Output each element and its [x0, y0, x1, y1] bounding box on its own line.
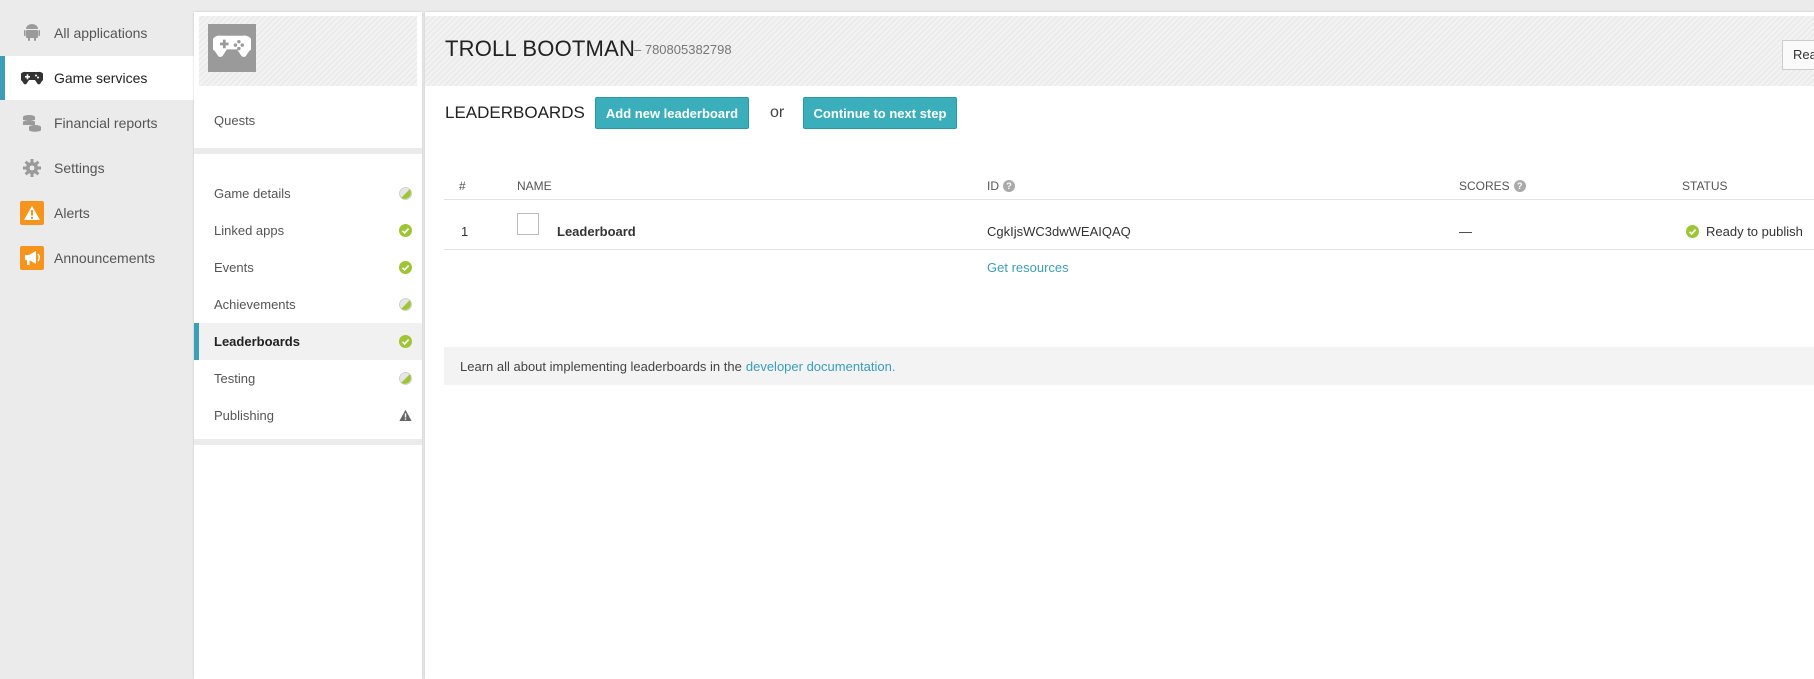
column-header-status: STATUS — [1682, 179, 1728, 193]
developer-documentation-link[interactable]: developer documentation. — [746, 359, 896, 374]
add-leaderboard-button[interactable]: Add new leaderboard — [595, 97, 749, 129]
check-circle-icon — [399, 224, 412, 237]
column-header-scores: SCORES? — [1459, 179, 1526, 193]
warning-icon — [20, 201, 44, 225]
sub-item-testing[interactable]: Testing — [194, 360, 422, 397]
nav-item-announcements[interactable]: Announcements — [0, 236, 194, 280]
gamepad-icon — [211, 34, 253, 63]
help-icon[interactable]: ? — [1003, 180, 1015, 192]
main-content: TROLL BOOTMAN – 780805382798 Rea LEADERB… — [425, 12, 1814, 679]
row-status: Ready to publish — [1686, 224, 1803, 239]
sub-item-label: Achievements — [214, 297, 296, 312]
game-avatar[interactable] — [208, 24, 256, 72]
sub-item-linked-apps[interactable]: Linked apps — [194, 212, 422, 249]
check-circle-icon — [1686, 225, 1699, 238]
app-title: TROLL BOOTMAN — [445, 36, 636, 61]
nav-item-label: Alerts — [54, 205, 90, 221]
check-circle-icon — [399, 335, 412, 348]
or-text: or — [770, 104, 785, 121]
info-text: Learn all about implementing leaderboard… — [460, 358, 742, 374]
sub-item-label: Testing — [214, 371, 256, 386]
megaphone-icon — [20, 246, 44, 270]
nav-item-label: Financial reports — [54, 115, 158, 131]
check-circle-icon — [399, 261, 412, 274]
section-title: LEADERBOARDS — [445, 103, 585, 122]
nav-item-label: Settings — [54, 160, 105, 176]
divider — [444, 249, 1814, 250]
nav-item-settings[interactable]: Settings — [0, 146, 194, 190]
nav-item-game-services[interactable]: Game services — [0, 56, 194, 100]
help-icon[interactable]: ? — [1513, 180, 1526, 192]
gamepad-icon — [20, 66, 44, 90]
warning-icon — [399, 409, 412, 421]
partial-status-icon — [399, 298, 412, 311]
row-id: CgkIjsWC3dwWEAIQAQ — [987, 224, 1131, 239]
column-header-num: # — [459, 179, 466, 193]
sub-item-achievements[interactable]: Achievements — [194, 286, 422, 323]
coins-icon — [20, 111, 44, 135]
game-services-sidebar: Quests Game details Linked apps Events A… — [194, 12, 422, 679]
sub-item-label: Quests — [214, 113, 256, 128]
sub-item-events[interactable]: Events — [194, 249, 422, 286]
game-setup-card: Game details Linked apps Events Achievem… — [194, 154, 422, 439]
info-bar: Learn all about implementing leaderboard… — [444, 347, 1814, 385]
sub-item-label: Leaderboards — [214, 334, 300, 349]
game-header — [199, 16, 417, 86]
corner-button[interactable]: Rea — [1782, 40, 1814, 70]
app-header: TROLL BOOTMAN – 780805382798 Rea — [425, 16, 1814, 86]
nav-item-label: Game services — [54, 70, 148, 86]
sub-item-quests[interactable]: Quests — [194, 102, 422, 139]
continue-next-step-button[interactable]: Continue to next step — [803, 97, 957, 129]
nav-item-financial-reports[interactable]: Financial reports — [0, 101, 194, 145]
column-header-name: NAME — [517, 179, 552, 193]
sub-item-label: Linked apps — [214, 223, 285, 238]
partial-status-icon — [399, 187, 412, 200]
app-id: – 780805382798 — [634, 42, 732, 57]
divider — [444, 199, 1814, 200]
nav-item-all-applications[interactable]: All applications — [0, 11, 194, 55]
status-text: Ready to publish — [1706, 224, 1803, 239]
partial-status-icon — [399, 372, 412, 385]
row-checkbox[interactable] — [517, 213, 539, 235]
android-icon — [20, 21, 44, 45]
row-num: 1 — [461, 224, 469, 239]
get-resources-link[interactable]: Get resources — [987, 260, 1069, 275]
sub-item-label: Publishing — [214, 408, 274, 423]
nav-item-label: Announcements — [54, 250, 156, 266]
sub-item-game-details[interactable]: Game details — [194, 175, 422, 212]
sub-item-publishing[interactable]: Publishing — [194, 397, 422, 434]
sub-item-leaderboards[interactable]: Leaderboards — [194, 323, 422, 360]
sub-item-label: Game details — [214, 186, 291, 201]
nav-item-label: All applications — [54, 25, 148, 41]
divider — [194, 439, 422, 445]
row-scores: — — [1459, 224, 1472, 239]
row-name[interactable]: Leaderboard — [557, 224, 636, 239]
sub-item-label: Events — [214, 260, 254, 275]
left-navigation: All applications Game services Financial… — [0, 0, 194, 679]
column-header-id: ID? — [987, 179, 1015, 193]
gear-icon — [20, 156, 44, 180]
nav-item-alerts[interactable]: Alerts — [0, 191, 194, 235]
